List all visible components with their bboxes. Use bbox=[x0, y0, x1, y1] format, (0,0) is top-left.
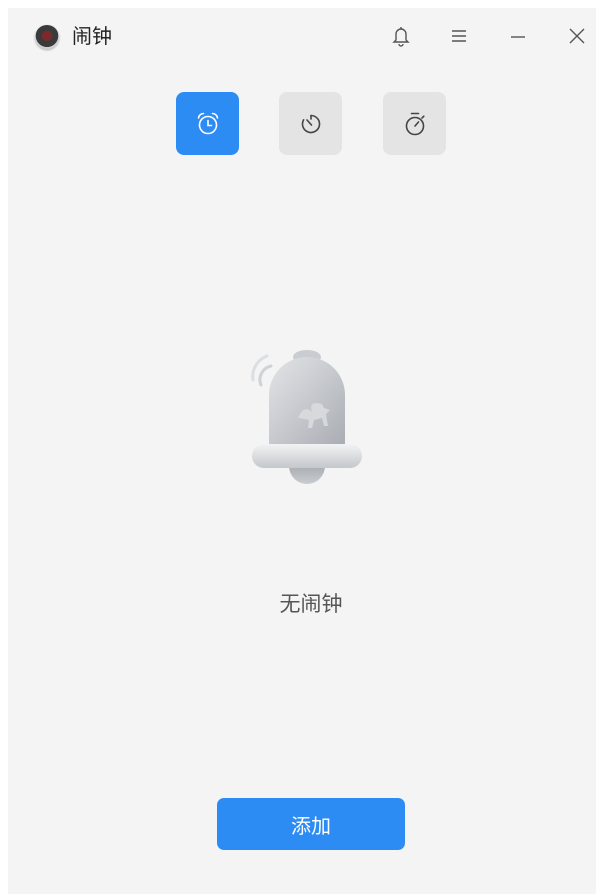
notification-bell-button[interactable] bbox=[385, 22, 417, 50]
stopwatch-icon bbox=[405, 112, 425, 135]
close-button[interactable] bbox=[561, 22, 593, 50]
tab-timer[interactable] bbox=[279, 92, 342, 155]
timer-icon bbox=[301, 114, 320, 133]
alarm-clock-icon bbox=[197, 112, 218, 134]
app-window: 闹钟 无闹钟 添加 bbox=[8, 8, 596, 894]
minimize-button[interactable] bbox=[502, 22, 534, 50]
tab-stopwatch[interactable] bbox=[383, 92, 446, 155]
empty-state-text: 无闹钟 bbox=[279, 592, 343, 616]
app-title: 闹钟 bbox=[72, 24, 112, 48]
close-icon bbox=[569, 28, 585, 44]
add-alarm-button[interactable]: 添加 bbox=[217, 798, 405, 850]
titlebar: 闹钟 bbox=[8, 8, 596, 64]
empty-bell-illustration bbox=[228, 338, 378, 498]
tab-alarm[interactable] bbox=[176, 92, 239, 155]
bell-icon bbox=[392, 27, 410, 47]
minimize-icon bbox=[511, 36, 525, 38]
main-menu-button[interactable] bbox=[443, 22, 475, 50]
menu-icon bbox=[452, 30, 466, 42]
clock-app-icon bbox=[35, 25, 59, 49]
mode-tabs bbox=[8, 92, 596, 156]
